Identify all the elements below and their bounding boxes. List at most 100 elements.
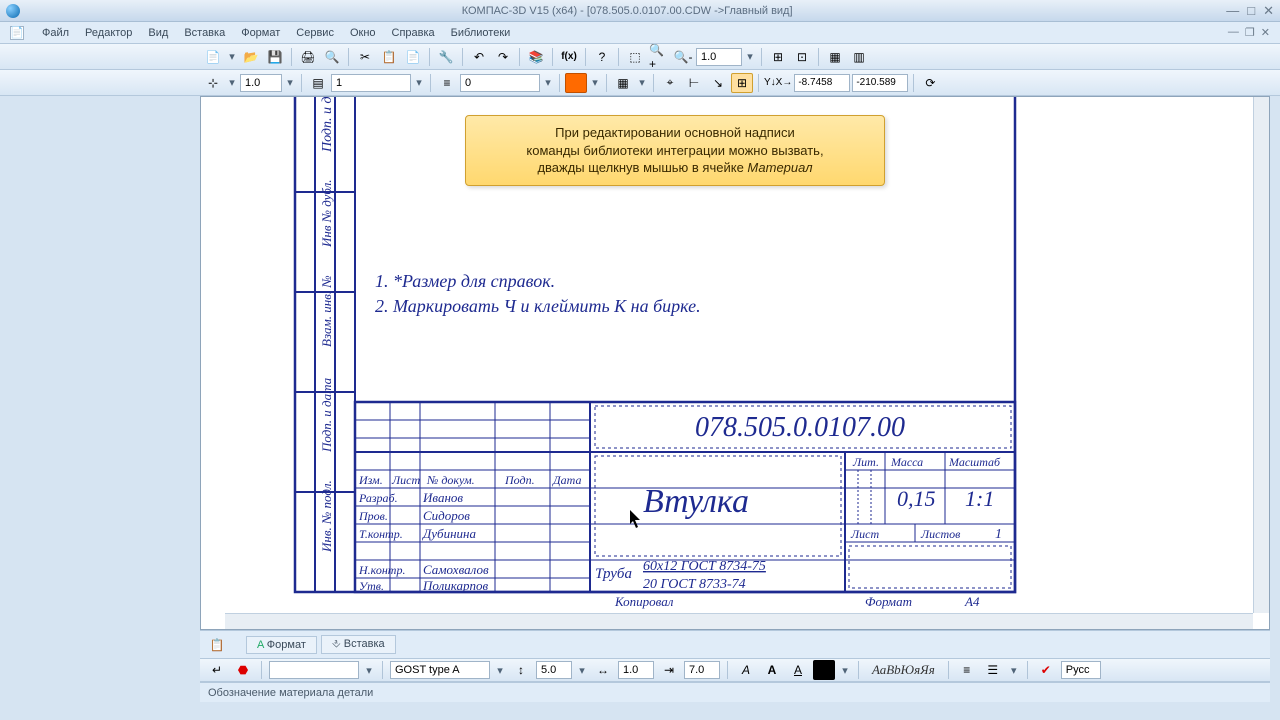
font-select[interactable] (390, 661, 490, 679)
vars-button[interactable]: f(x) (558, 47, 580, 67)
window-title: КОМПАС-3D V15 (x64) - [078.505.0.0107.00… (28, 5, 1226, 17)
name-nkontr: Самохвалов (423, 562, 489, 577)
scale-input[interactable] (240, 74, 282, 92)
listov-val: 1 (995, 527, 1002, 542)
preview-button[interactable]: 🔍 (321, 47, 343, 67)
lower-tabs: 📋 A Формат ⎀ Вставка (200, 630, 1270, 658)
hint-line2: команды библиотеки интеграции можно вызв… (480, 142, 870, 160)
menu-service[interactable]: Сервис (288, 25, 342, 41)
underline-button[interactable]: A (787, 660, 809, 680)
side-inv-dubl: Инв № дубл. (319, 179, 334, 248)
mat-line2: 20 ГОСТ 8733-74 (643, 577, 746, 592)
ortho-button[interactable]: ⊹ (202, 73, 224, 93)
close-button[interactable]: ✕ (1263, 3, 1274, 19)
menu-help[interactable]: Справка (384, 25, 443, 41)
hdr-lit: Лит. (852, 455, 879, 469)
snap-c[interactable]: ↘ (707, 73, 729, 93)
paste-button[interactable]: 📄 (402, 47, 424, 67)
child-restore[interactable]: ❐ (1245, 26, 1255, 39)
style-select[interactable] (269, 661, 359, 679)
scrollbar-horizontal[interactable] (225, 613, 1253, 629)
snap-b[interactable]: ⊢ (683, 73, 705, 93)
undo-button[interactable]: ↶ (468, 47, 490, 67)
coord-label: Y↓X→ (764, 77, 792, 88)
spellcheck-button[interactable]: ✔ (1035, 660, 1057, 680)
app-icon (6, 4, 20, 18)
lang-select[interactable] (1061, 661, 1101, 679)
menu-view[interactable]: Вид (140, 25, 176, 41)
coord-x[interactable] (794, 74, 850, 92)
open-button[interactable]: 📂 (240, 47, 262, 67)
italic-button[interactable]: A (735, 660, 757, 680)
tool-b[interactable]: ▥ (848, 47, 870, 67)
note-1: 1. *Размер для справок. (375, 271, 555, 291)
maximize-button[interactable]: □ (1247, 3, 1255, 19)
new-dd[interactable]: ▾ (226, 50, 238, 63)
apply-button[interactable]: ↵ (206, 660, 228, 680)
menu-insert[interactable]: Вставка (176, 25, 233, 41)
zoom-input[interactable] (696, 48, 742, 66)
side-vzam-inv: Взам. инв. № (319, 275, 334, 347)
props-button[interactable]: 🔧 (435, 47, 457, 67)
hdr-mashtab: Масштаб (948, 455, 1001, 469)
footer-a4: А4 (964, 594, 980, 609)
hint-balloon: При редактировании основной надписи кома… (465, 115, 885, 186)
style-button[interactable]: ≡ (436, 73, 458, 93)
save-button[interactable]: 💾 (264, 47, 286, 67)
color-button[interactable] (565, 73, 587, 93)
zoom-window-button[interactable]: ⬚ (624, 47, 646, 67)
tool-a[interactable]: ▦ (824, 47, 846, 67)
coord-y[interactable] (852, 74, 908, 92)
tab-format[interactable]: A Формат (246, 636, 317, 654)
hdr-izm: Изм. (358, 473, 383, 487)
minimize-button[interactable]: ― (1226, 3, 1239, 19)
snap-d[interactable]: ⊞ (731, 73, 753, 93)
print-button[interactable]: 🖨 (297, 47, 319, 67)
child-close[interactable]: ✕ (1261, 26, 1270, 39)
cut-button[interactable]: ✂ (354, 47, 376, 67)
menu-format[interactable]: Формат (233, 25, 288, 41)
font-stretch[interactable] (618, 661, 654, 679)
menu-libs[interactable]: Библиотеки (443, 25, 519, 41)
style-input[interactable] (460, 74, 540, 92)
help-button[interactable]: ? (591, 47, 613, 67)
menu-edit[interactable]: Редактор (77, 25, 140, 41)
titlebar: КОМПАС-3D V15 (x64) - [078.505.0.0107.00… (0, 0, 1280, 22)
mashtab-val: 1:1 (965, 486, 994, 511)
libs-button[interactable]: 📚 (525, 47, 547, 67)
refresh-button[interactable]: ⟳ (919, 73, 941, 93)
grid-button[interactable]: ▦ (612, 73, 634, 93)
snap-a[interactable]: ⌖ (659, 73, 681, 93)
scrollbar-vertical[interactable] (1253, 97, 1269, 613)
tab-icon[interactable]: 📋 (206, 635, 228, 655)
tab-insert[interactable]: ⎀ Вставка (321, 635, 396, 654)
layer-input[interactable] (331, 74, 411, 92)
color-swatch[interactable] (813, 660, 835, 680)
child-minimize[interactable]: ― (1228, 26, 1239, 39)
font-spacing[interactable] (684, 661, 720, 679)
zoom-in-button[interactable]: 🔍+ (648, 47, 670, 67)
zoom-fit-button[interactable]: ⊞ (767, 47, 789, 67)
copy-button[interactable]: 📋 (378, 47, 400, 67)
zoom-sel-button[interactable]: ⊡ (791, 47, 813, 67)
name-utv: Поликарпов (422, 578, 488, 593)
hdr-ndokum: № докум. (426, 473, 475, 487)
menu-file[interactable]: Файл (34, 25, 77, 41)
zoom-dd[interactable]: ▾ (744, 50, 756, 63)
font-size[interactable] (536, 661, 572, 679)
stop-button[interactable]: ⬣ (232, 660, 254, 680)
redo-button[interactable]: ↷ (492, 47, 514, 67)
role-nkontr: Н.контр. (358, 563, 405, 577)
zoom-out-button[interactable]: 🔍- (672, 47, 694, 67)
align-left[interactable]: ≡ (956, 660, 978, 680)
list-button[interactable]: ☰ (982, 660, 1004, 680)
cursor-icon (630, 510, 640, 528)
bold-button[interactable]: A (761, 660, 783, 680)
canvas[interactable]: Подп. и дата Инв № дубл. Взам. инв. № По… (225, 97, 1253, 613)
footer-format: Формат (865, 594, 912, 609)
new-button[interactable]: 📄 (202, 47, 224, 67)
layer-button[interactable]: ▤ (307, 73, 329, 93)
status-text: Обозначение материала детали (208, 687, 373, 699)
scale-dd[interactable]: ▾ (284, 76, 296, 89)
menu-window[interactable]: Окно (342, 25, 384, 41)
